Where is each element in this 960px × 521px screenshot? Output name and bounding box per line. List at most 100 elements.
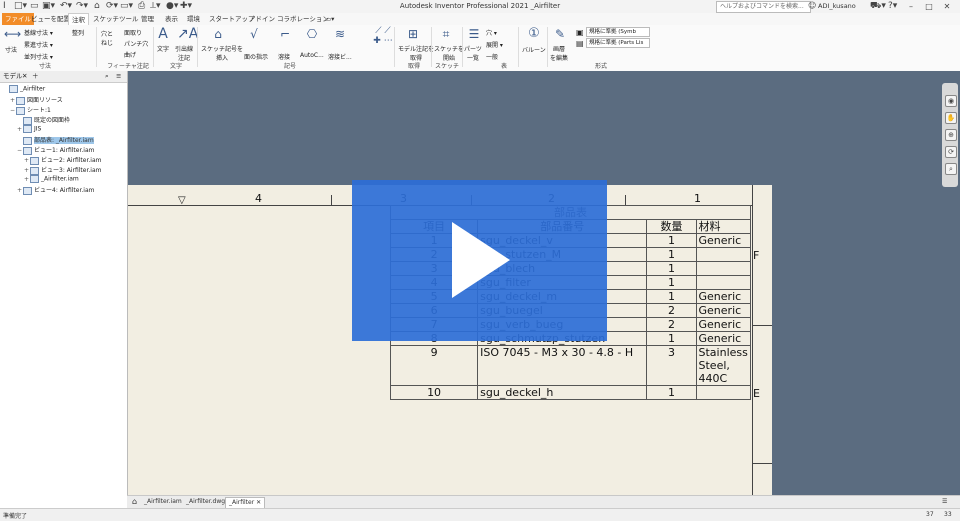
browser-node-label: _Airfilter.iam bbox=[41, 175, 79, 183]
video-play-button[interactable] bbox=[352, 180, 607, 341]
bom-cell-material: Generic bbox=[695, 233, 752, 248]
sheet-frame-border-right bbox=[752, 185, 753, 508]
ribbon-separator bbox=[96, 27, 97, 67]
dimension-icon: ⟷ bbox=[4, 27, 22, 41]
autocad-block-button[interactable]: AutoC... bbox=[300, 52, 324, 59]
browser-node[interactable]: + _Airfilter.iam bbox=[24, 175, 79, 183]
bom-cell-part-number: ISO 7045 - M3 x 30 - 4.8 - H bbox=[477, 345, 648, 386]
bom-cell-qty: 2 bbox=[646, 317, 697, 332]
pan-icon[interactable]: ✋ bbox=[945, 112, 957, 124]
browser-node[interactable]: − ビュー1: Airfilter.iam bbox=[17, 145, 95, 155]
baseline-dim-button[interactable]: 基線寸法 ▾ bbox=[24, 28, 53, 37]
surface-texture-button[interactable]: 面の指示 bbox=[244, 52, 268, 61]
bend-button[interactable]: 曲げ bbox=[124, 50, 136, 59]
revision-table-button[interactable]: 展開 ▾ bbox=[486, 40, 503, 49]
home-tab-icon[interactable]: ⌂ bbox=[129, 497, 140, 507]
browser-node[interactable]: _Airfilter bbox=[3, 85, 45, 93]
chamfer-button[interactable]: 面取り bbox=[124, 28, 142, 37]
orbit-icon[interactable]: ⟳ bbox=[945, 146, 957, 158]
ribbon-separator bbox=[547, 27, 548, 67]
browser-node-label: ビュー4: Airfilter.iam bbox=[34, 187, 95, 194]
node-icon bbox=[9, 85, 18, 93]
browser-menu-icon[interactable]: ≡ bbox=[116, 71, 121, 82]
ribbon-separator bbox=[197, 27, 198, 67]
help-icon[interactable]: ?▾ bbox=[888, 1, 897, 11]
center-mark-icon: ▽ bbox=[178, 195, 186, 206]
style-icon: ▣ bbox=[576, 28, 584, 37]
browser-node[interactable]: − シート:1 bbox=[10, 105, 51, 115]
align-button[interactable]: 整列 bbox=[72, 28, 84, 37]
ribbon-separator bbox=[394, 27, 395, 67]
zoom-icon[interactable]: ⊕ bbox=[945, 129, 957, 141]
group-label-retrieve: 取得 bbox=[407, 63, 420, 70]
browser-node[interactable]: + ビュー2: Airfilter.iam bbox=[24, 155, 102, 165]
browser-search-icon[interactable]: ⌕ bbox=[105, 71, 109, 82]
ribbon-panel: ⟷ 寸法 基線寸法 ▾ 累進寸法 ▾ 並列寸法 ▾ 整列 寸法 穴と ねじ 面取… bbox=[0, 25, 960, 72]
tab-environments[interactable]: 環境 bbox=[184, 13, 203, 25]
weld-bead-button[interactable]: 溶接ビ... bbox=[328, 52, 352, 61]
doc-tab-dwg[interactable]: _Airfilter.dwg bbox=[183, 497, 228, 507]
navigation-bar: ◉ ✋ ⊕ ⟳ ⌕ bbox=[942, 83, 958, 187]
bom-cell-qty: 2 bbox=[646, 303, 697, 318]
doc-tab-iam[interactable]: _Airfilter.iam bbox=[141, 497, 185, 507]
surface-texture-icon: √ bbox=[250, 27, 258, 41]
browser-node[interactable]: + 図面リソース bbox=[10, 95, 63, 105]
chain-dim-button[interactable]: 並列寸法 ▾ bbox=[24, 52, 53, 61]
weld-button[interactable]: 溶接 bbox=[278, 52, 290, 61]
bom-row[interactable]: 9 ISO 7045 - M3 x 30 - 4.8 - H 3 Stainless … bbox=[389, 345, 752, 386]
status-text: 準備完了 bbox=[3, 513, 28, 520]
style-dropdown[interactable]: 規格に準拠 (Symb bbox=[586, 27, 650, 37]
cart-icon[interactable]: ⛟▾ bbox=[870, 1, 886, 12]
parts-list-button[interactable]: パーツ 一覧 bbox=[464, 44, 482, 62]
browser-node[interactable]: 既定の図面枠 bbox=[17, 115, 70, 125]
browser-node-label: _Airfilter bbox=[20, 85, 46, 93]
bom-cell-qty: 1 bbox=[646, 233, 697, 248]
close-button[interactable]: ✕ bbox=[940, 0, 954, 13]
bom-cell-qty: 1 bbox=[646, 331, 697, 346]
leader-text-button[interactable]: 引出線 注記 bbox=[175, 44, 193, 62]
leader-text-icon: ↗A bbox=[177, 26, 199, 42]
text-button[interactable]: 文字 bbox=[157, 44, 169, 53]
play-icon bbox=[452, 222, 510, 298]
look-at-icon[interactable]: ⌕ bbox=[945, 163, 957, 175]
hole-thread-button[interactable]: 穴と ねじ bbox=[101, 29, 113, 47]
ribbon-options-button[interactable]: ▭▾ bbox=[322, 13, 337, 25]
bom-header-material: 材料 bbox=[695, 219, 752, 234]
hole-table-button[interactable]: 穴 ▾ bbox=[486, 28, 497, 37]
bom-cell-item: 10 bbox=[389, 385, 479, 400]
browser-node-label: 図面リソース bbox=[27, 97, 63, 104]
help-search-input[interactable]: ヘルプおよびコマンドを検索... bbox=[716, 1, 811, 13]
dimension-button[interactable]: 寸法 bbox=[5, 45, 17, 54]
browser-close-icon[interactable]: ✕ bbox=[22, 71, 27, 82]
ordinate-dim-button[interactable]: 累進寸法 ▾ bbox=[24, 40, 53, 49]
bom-cell-qty: 1 bbox=[646, 261, 697, 276]
bom-cell-material: Generic bbox=[695, 289, 752, 304]
user-name[interactable]: ADI_kusano bbox=[818, 2, 856, 10]
insert-sketch-symbol-button[interactable]: スケッチ記号を 挿入 bbox=[201, 44, 243, 62]
viewcube-icon[interactable]: ◉ bbox=[945, 95, 957, 107]
browser-add-icon[interactable]: ＋ bbox=[32, 71, 39, 82]
browser-node[interactable]: 部品表: _Airfilter.iam bbox=[17, 135, 94, 145]
browser-title: モデル bbox=[3, 72, 23, 80]
punch-button[interactable]: パンチ穴 bbox=[124, 39, 148, 48]
minimize-button[interactable]: – bbox=[904, 0, 918, 13]
maximize-button[interactable]: □ bbox=[922, 0, 936, 13]
browser-node[interactable]: + ビュー3: Airfilter.iam bbox=[24, 165, 102, 175]
bom-row[interactable]: 10 sgu_deckel_h 1 bbox=[389, 385, 752, 400]
retrieve-model-annotations-button[interactable]: モデル注記を 取得 bbox=[398, 44, 434, 62]
tab-manage[interactable]: 管理 bbox=[138, 13, 157, 25]
tabs-menu-icon[interactable]: ☰ bbox=[939, 497, 950, 507]
doc-tab-close-icon[interactable]: ✕ bbox=[256, 499, 261, 506]
tab-view[interactable]: 表示 bbox=[162, 13, 181, 25]
layer-dropdown[interactable]: 規格に準拠 (Parts Lis bbox=[586, 38, 650, 48]
edit-layers-button[interactable]: 画層 を編集 bbox=[550, 44, 568, 62]
tab-place-views[interactable]: ビューを配置 bbox=[28, 13, 73, 25]
start-sketch-button[interactable]: スケッチを 開始 bbox=[434, 44, 464, 62]
ribbon-separator bbox=[462, 27, 463, 67]
general-table-button[interactable]: 一般 bbox=[486, 52, 498, 61]
browser-node[interactable]: + ビュー4: Airfilter.iam bbox=[17, 185, 95, 195]
browser-node[interactable]: + JIS bbox=[17, 125, 41, 133]
node-icon bbox=[16, 96, 25, 105]
zone-tick bbox=[752, 463, 772, 464]
balloon-button[interactable]: バルーン bbox=[522, 45, 546, 54]
